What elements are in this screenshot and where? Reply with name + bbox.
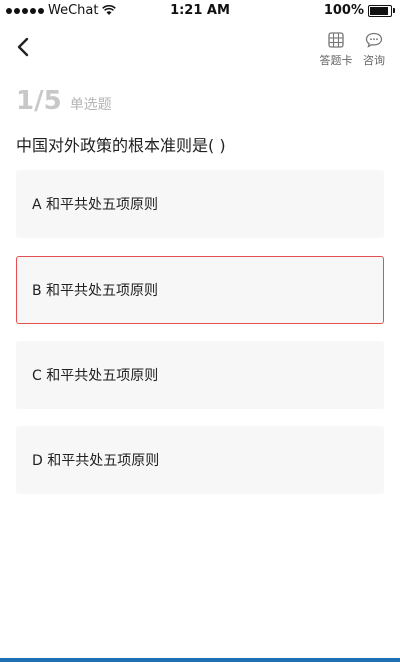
option-c-label: C 和平共处五项原则 (32, 368, 159, 384)
chat-bubble-icon (365, 32, 383, 48)
consult-button[interactable]: 咨询 (354, 32, 394, 68)
back-button[interactable] (10, 32, 38, 62)
status-right: 100% (323, 3, 395, 18)
option-b[interactable]: B 和平共处五项原则 (16, 256, 384, 324)
chevron-left-icon (17, 37, 29, 57)
option-c[interactable]: C 和平共处五项原则 (16, 341, 384, 409)
option-b-label: B 和平共处五项原则 (32, 283, 159, 299)
option-d[interactable]: D 和平共处五项原则 (16, 426, 384, 494)
battery-icon (368, 4, 395, 17)
question-progress: 1/5 单选题 (16, 86, 112, 116)
question-text: 中国对外政策的根本准则是( ) (16, 136, 226, 155)
option-a[interactable]: A 和平共处五项原则 (16, 170, 384, 238)
nav-bar: 答题卡 咨询 (0, 26, 400, 70)
option-a-label: A 和平共处五项原则 (32, 197, 159, 213)
answer-card-label: 答题卡 (319, 54, 353, 67)
answer-card-button[interactable]: 答题卡 (316, 32, 356, 68)
bottom-strip (0, 658, 400, 662)
answer-card-icon (328, 32, 344, 48)
option-d-label: D 和平共处五项原则 (32, 453, 160, 469)
battery-fill (370, 6, 388, 15)
progress-counter: 1/5 (16, 86, 62, 116)
consult-label: 咨询 (363, 54, 385, 67)
battery-percent: 100% (323, 3, 364, 18)
status-bar: WeChat 1:21 AM 100% (0, 0, 400, 22)
question-type: 单选题 (69, 97, 112, 113)
